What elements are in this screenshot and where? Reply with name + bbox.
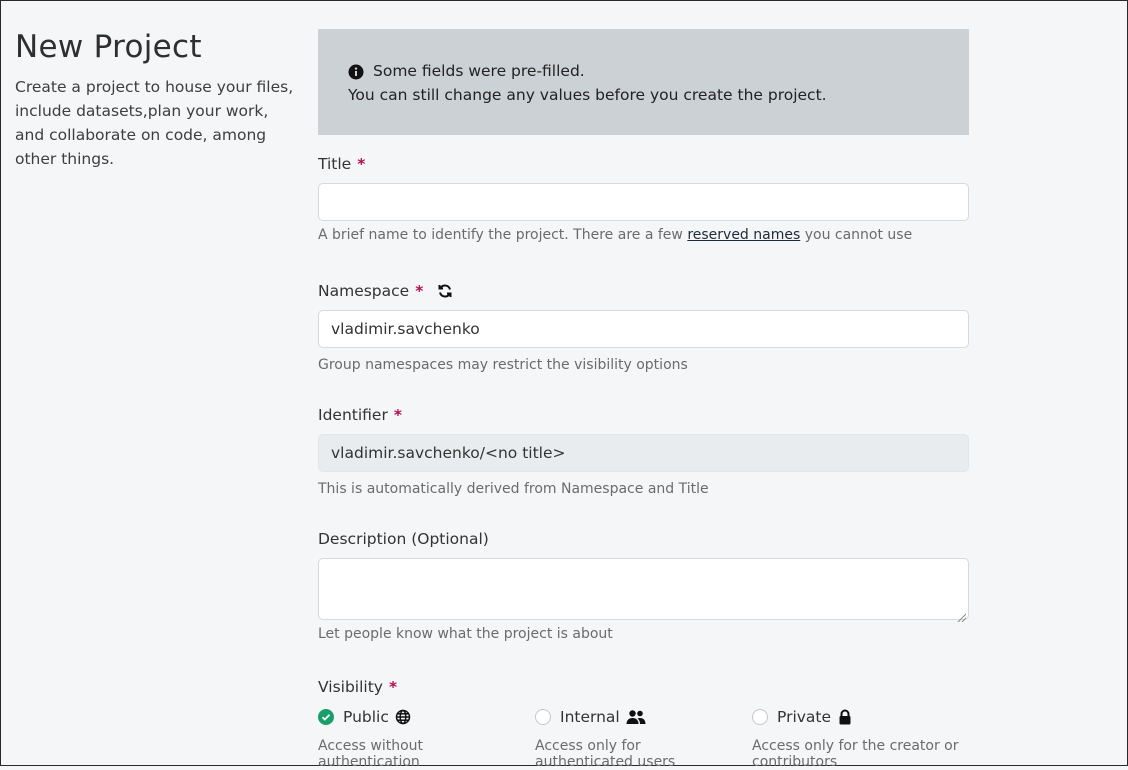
namespace-label-text: Namespace [318, 282, 410, 300]
title-help-text: A brief name to identify the project. Th… [318, 227, 688, 243]
title-label: Title * [318, 153, 969, 175]
title-help-suffix: you cannot use [800, 227, 913, 243]
namespace-input[interactable]: vladimir.savchenko [318, 310, 969, 348]
required-mark: * [415, 282, 424, 300]
identifier-label-text: Identifier [318, 406, 388, 424]
description-label-text: Description (Optional) [318, 530, 489, 548]
required-mark: * [388, 678, 398, 696]
resize-handle-icon[interactable] [957, 608, 967, 623]
public-help: Access without authentication [318, 738, 424, 770]
page-title: New Project [15, 29, 202, 65]
new-project-form: Some fields were pre-filled. You can sti… [318, 29, 969, 770]
public-label: Public [343, 708, 389, 726]
prefill-alert: Some fields were pre-filled. You can sti… [318, 29, 969, 135]
namespace-label: Namespace * [318, 280, 969, 302]
identifier-help: This is automatically derived from Names… [318, 481, 709, 497]
visibility-option-private[interactable]: Private Access only for the creator or c… [752, 704, 969, 770]
description-help: Let people know what the project is abou… [318, 626, 613, 642]
reserved-names-link[interactable]: reserved names [687, 227, 800, 243]
description-textarea[interactable] [318, 558, 969, 623]
globe-icon [395, 709, 411, 725]
alert-line-1: Some fields were pre-filled. [373, 62, 585, 80]
visibility-option-internal[interactable]: Internal Access only for authenticated u… [535, 704, 752, 770]
visibility-option-public[interactable]: Public Access without authentication [318, 704, 535, 770]
internal-label: Internal [560, 708, 620, 726]
internal-help: Access only for authenticated users [535, 738, 676, 770]
required-mark: * [357, 155, 366, 173]
private-radio[interactable] [752, 709, 768, 725]
lock-icon [837, 709, 853, 725]
title-label-text: Title [318, 155, 352, 173]
visibility-label-text: Visibility [318, 678, 383, 696]
title-input[interactable] [318, 183, 969, 221]
refresh-icon[interactable] [437, 283, 453, 299]
identifier-label: Identifier * [318, 404, 969, 426]
identifier-input: vladimir.savchenko/<no title> [318, 434, 969, 472]
public-radio[interactable] [318, 709, 334, 725]
description-label: Description (Optional) [318, 528, 969, 550]
private-help: Access only for the creator or contribut… [752, 738, 959, 770]
page-description: Create a project to house your files, in… [15, 78, 294, 168]
private-label: Private [777, 708, 832, 726]
visibility-label: Visibility * [318, 676, 969, 698]
info-circle-icon [348, 63, 364, 80]
title-field: Title * A brief name to identify the pro… [318, 153, 969, 243]
namespace-help: Group namespaces may restrict the visibi… [318, 357, 688, 373]
description-field: Description (Optional) Let people know w… [318, 528, 969, 642]
identifier-field: Identifier * vladimir.savchenko/<no titl… [318, 404, 969, 497]
internal-radio[interactable] [535, 709, 551, 725]
page-intro: New Project Create a project to house yo… [15, 29, 295, 171]
namespace-field: Namespace * vladimir.savchenko Group nam… [318, 280, 969, 373]
required-mark: * [393, 406, 402, 424]
users-icon [626, 709, 646, 725]
alert-line-2: You can still change any values before y… [348, 86, 827, 104]
visibility-field: Visibility * Public Access without authe… [318, 676, 969, 770]
title-help: A brief name to identify the project. Th… [318, 227, 969, 243]
